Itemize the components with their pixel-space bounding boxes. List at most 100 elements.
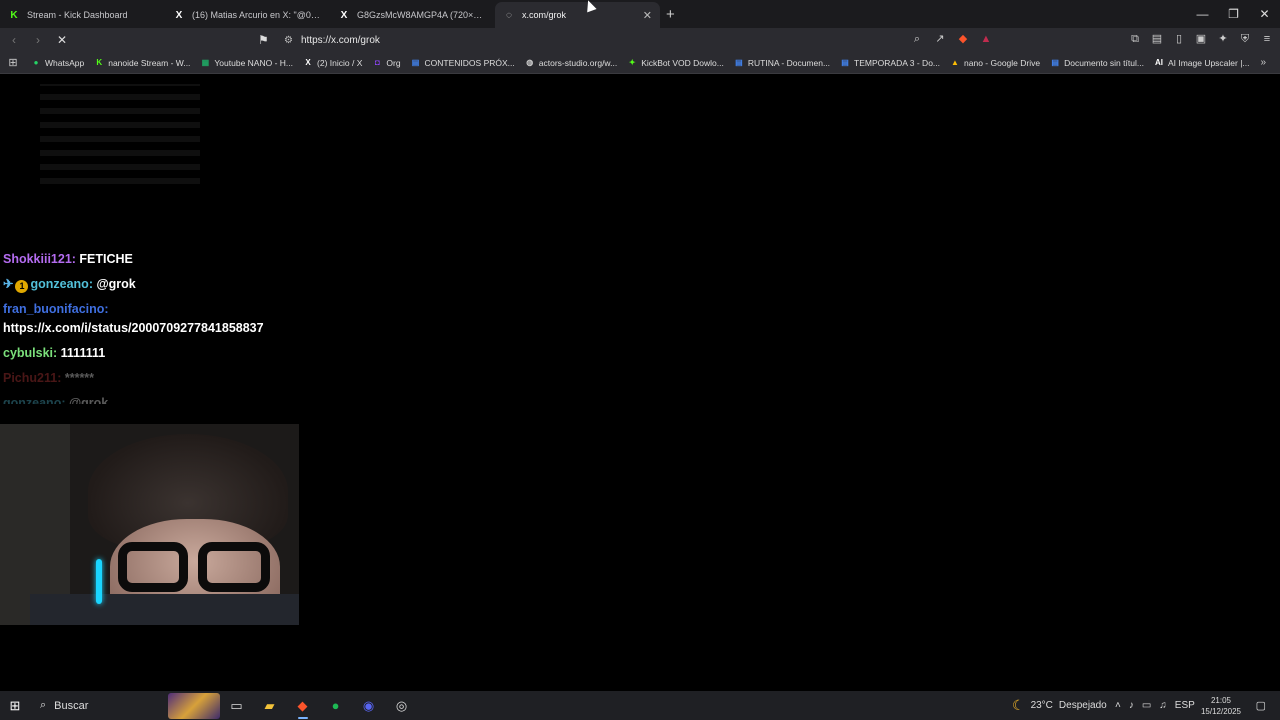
bookmark-item[interactable]: ▦ Youtube NANO - H...	[195, 52, 298, 74]
weather-text: Despejado	[1058, 700, 1107, 711]
brave-shields-icon[interactable]: ◆	[956, 32, 970, 46]
search-highlight-widget[interactable]	[168, 692, 220, 719]
leo-ai-icon[interactable]: ✦	[1216, 32, 1230, 46]
close-tab-icon[interactable]: ✕	[643, 9, 652, 22]
clock-time: 21:05	[1210, 696, 1232, 705]
clock[interactable]: 21:05 15/12/2025	[1198, 695, 1244, 717]
chat-message: ✈ 1 gonzeano: @grok	[3, 275, 303, 294]
brave-rewards-icon[interactable]: ▲	[979, 32, 993, 46]
bookmark-item[interactable]: ◘ Org	[367, 52, 405, 74]
bookmark-item[interactable]: ▤ RUTINA - Documen...	[729, 52, 835, 74]
bookmark-item[interactable]: ▲ nano - Google Drive	[945, 52, 1045, 74]
file-explorer-icon[interactable]: ▰	[253, 691, 286, 720]
docs-icon: ▤	[735, 58, 743, 67]
x-icon: X	[340, 9, 348, 21]
tab-manager-icon[interactable]: ▣	[1194, 32, 1208, 46]
kick-icon: K	[10, 9, 18, 21]
spotify-icon[interactable]: ●	[319, 691, 352, 720]
kickbot-icon: ✦	[628, 58, 636, 67]
bookmark-item[interactable]: ▤ TEMPORADA 3 - Do...	[835, 52, 945, 74]
badge-icon: ✈	[3, 277, 14, 291]
language-indicator[interactable]: ESP	[1175, 700, 1195, 711]
address-bar[interactable]: ⚙ https://x.com/grok	[284, 31, 1000, 49]
extensions-icon[interactable]: ⧉	[1128, 32, 1142, 46]
vpn-icon[interactable]: ⛨	[1238, 32, 1252, 46]
url-text[interactable]: https://x.com/grok	[301, 35, 380, 46]
share-icon[interactable]: ↗	[933, 32, 947, 46]
faded-overlay	[40, 84, 200, 184]
window-controls: — ❐ ✕	[1187, 0, 1280, 28]
bookmark-item[interactable]: ▤ CONTENIDOS PRÓX...	[406, 52, 520, 74]
chat-message: cybulski: 1111111	[3, 344, 303, 363]
taskbar-search[interactable]: ⌕ Buscar	[30, 691, 170, 720]
bookmark-label: CONTENIDOS PRÓX...	[424, 57, 515, 68]
chat-text: FETICHE	[75, 252, 133, 266]
start-button[interactable]: ⊞	[0, 698, 30, 714]
whatsapp-icon: ●	[33, 58, 39, 67]
discord-icon[interactable]: ◉	[352, 691, 385, 720]
menu-icon[interactable]: ≡	[1260, 32, 1274, 46]
bookmark-item[interactable]: ✦ KickBot VOD Dowlo...	[622, 52, 729, 74]
back-button[interactable]: ‹	[4, 33, 24, 47]
chat-message: gonzeano: @grok	[3, 394, 303, 404]
notifications-icon[interactable]: ▢	[1256, 699, 1266, 712]
chat-message: Pichu211: ******	[3, 369, 303, 388]
tab-title: (16) Matias Arcurio en X: "@00taiko	[192, 10, 322, 20]
wallet-icon[interactable]: ▤	[1150, 32, 1164, 46]
more-bookmarks-icon[interactable]: »	[1260, 57, 1266, 68]
chevron-up-icon[interactable]: ˄	[1115, 700, 1121, 711]
subscriber-badge-icon: 1	[15, 280, 29, 293]
bookmark-item[interactable]: ◍ actors-studio.org/w...	[520, 52, 622, 74]
chat-message: fran_buonifacino: https://x.com/i/status…	[3, 300, 303, 338]
minimize-button[interactable]: —	[1187, 0, 1218, 28]
bookmark-item[interactable]: Knanoide Stream - W...	[89, 52, 195, 74]
volume-icon[interactable]: ♪	[1129, 700, 1134, 711]
globe-icon: ◍	[526, 58, 534, 67]
address-actions: ⌕ ↗ ◆ ▲	[910, 32, 993, 46]
bookmark-item[interactable]: ● WhatsApp	[26, 52, 89, 74]
x-icon: X	[305, 58, 311, 67]
drive-icon: ▲	[951, 58, 959, 67]
weather-widget[interactable]: ☾ 23°C Despejado	[1012, 691, 1107, 720]
obs-icon[interactable]: ◎	[385, 691, 418, 720]
zoom-icon[interactable]: ⌕	[910, 32, 924, 46]
bookmark-label: RUTINA - Documen...	[747, 57, 831, 68]
bookmark-icon[interactable]: ⚑	[258, 33, 269, 47]
microphone-icon[interactable]: ♫	[1159, 700, 1167, 711]
stop-loading-button[interactable]: ✕	[52, 33, 72, 47]
forward-button[interactable]: ›	[28, 33, 48, 47]
apps-grid-icon[interactable]: ⊞	[0, 56, 26, 69]
docs-icon: ▤	[411, 58, 420, 67]
tab-1[interactable]: X (16) Matias Arcurio en X: "@00taiko	[165, 2, 330, 28]
stream-chat-overlay: Shokkiii121: FETICHE ✈ 1 gonzeano: @grok fra…	[3, 250, 303, 410]
taskbar: ⊞ ⌕ Buscar ▭ ▰ ◆ ● ◉ ◎ ☾ 23°C Despejado …	[0, 691, 1280, 720]
tab-3[interactable]: ◌ x.com/grok ✕	[495, 2, 660, 28]
bookmark-label: nano - Google Drive	[964, 57, 1041, 68]
chat-text: @grok	[92, 277, 136, 291]
network-icon[interactable]: ▭	[1142, 700, 1151, 711]
moon-icon: ☾	[1012, 697, 1025, 713]
bookmark-label: Org	[386, 57, 401, 68]
webcam-overlay	[0, 424, 299, 625]
brave-browser-icon[interactable]: ◆	[286, 691, 319, 720]
toolbar: ‹ › ✕ ⚑ ⚙ https://x.com/grok ⌕ ↗ ◆ ▲ ⧉ ▤…	[0, 28, 1280, 52]
task-view-icon[interactable]: ▭	[220, 691, 253, 720]
bookmark-item[interactable]: ▤ Documento sin títul...	[1045, 52, 1149, 74]
bookmark-label: WhatsApp	[45, 57, 85, 68]
new-tab-button[interactable]: +	[666, 6, 675, 23]
bookmark-item[interactable]: AI AI Image Upscaler |...	[1149, 52, 1255, 74]
chat-text: https://x.com/i/status/20007092778418588…	[3, 321, 264, 335]
chat-text: ******	[61, 371, 95, 385]
tab-2[interactable]: X G8GzsMcW8AMGP4A (720×1280)	[330, 2, 495, 28]
chat-message: Shokkiii121: FETICHE	[3, 250, 303, 269]
close-window-button[interactable]: ✕	[1249, 0, 1280, 28]
tab-title: G8GzsMcW8AMGP4A (720×1280)	[357, 10, 487, 20]
bookmark-label: Documento sin títul...	[1064, 57, 1144, 68]
site-info-icon[interactable]: ⚙	[284, 35, 293, 46]
maximize-button[interactable]: ❐	[1218, 0, 1249, 28]
sidebar-icon[interactable]: ▯	[1172, 32, 1186, 46]
bookmark-item[interactable]: X (2) Inicio / X	[298, 52, 367, 74]
tab-0[interactable]: K Stream - Kick Dashboard	[0, 2, 165, 28]
system-tray: ˄ ♪ ▭ ♫ ESP	[1115, 691, 1195, 720]
page-content: Shokkiii121: FETICHE ✈ 1 gonzeano: @grok fra…	[0, 74, 1280, 691]
